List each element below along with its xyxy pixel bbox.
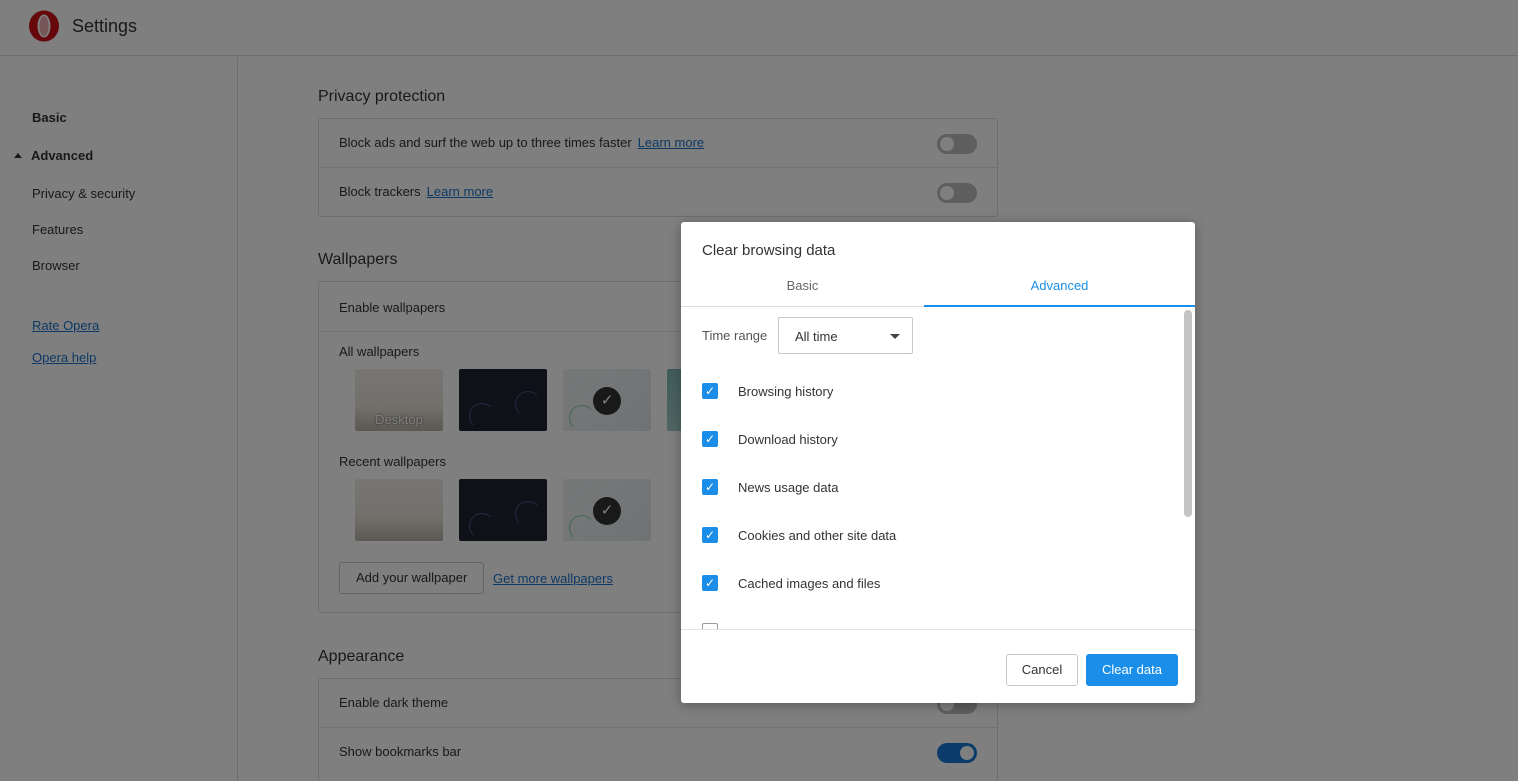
dialog-footer: Cancel Clear data [681, 629, 1195, 703]
checkbox-browsing-history[interactable]: ✓ [702, 383, 718, 399]
cancel-button[interactable]: Cancel [1006, 654, 1078, 686]
clear-data-button[interactable]: Clear data [1086, 654, 1178, 686]
tab-advanced[interactable]: Advanced [924, 274, 1195, 307]
dialog-title: Clear browsing data [702, 242, 836, 259]
time-range-value: All time [795, 329, 838, 344]
time-range-label: Time range [702, 328, 768, 343]
dialog-body: Time range All time ✓ Browsing history ✓… [681, 308, 1195, 629]
download-history-label: Download history [738, 432, 838, 447]
checkbox-news-usage[interactable]: ✓ [702, 479, 718, 495]
time-range-select[interactable]: All time [778, 317, 913, 354]
dialog-scrollbar[interactable] [1184, 310, 1192, 517]
checkbox-download-history[interactable]: ✓ [702, 431, 718, 447]
cached-images-label: Cached images and files [738, 576, 881, 591]
cookies-label: Cookies and other site data [738, 528, 897, 543]
checkbox-cookies[interactable]: ✓ [702, 527, 718, 543]
clear-browsing-data-dialog: Clear browsing data Basic Advanced Time … [681, 222, 1195, 703]
dialog-tabs: Basic Advanced [681, 274, 1195, 307]
caret-down-icon [890, 334, 900, 339]
tab-basic[interactable]: Basic [681, 274, 924, 307]
checkbox-cached-images[interactable]: ✓ [702, 575, 718, 591]
browsing-history-label: Browsing history [738, 384, 834, 399]
news-usage-label: News usage data [738, 480, 839, 495]
